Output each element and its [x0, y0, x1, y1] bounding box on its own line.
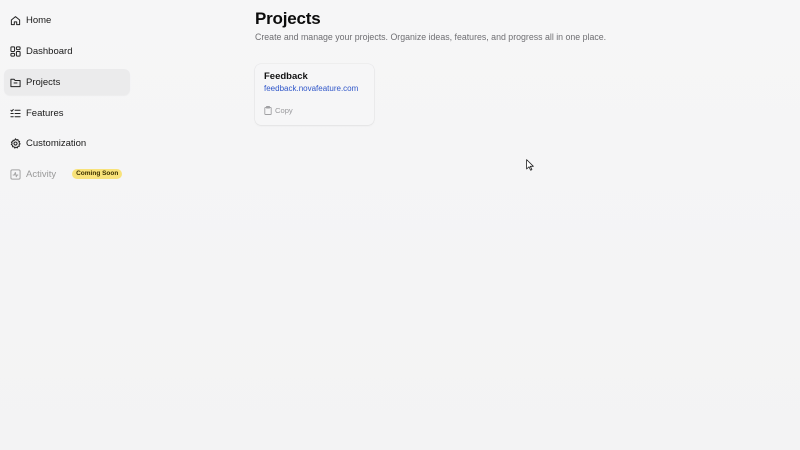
sidebar: Home Dashboard Projects Features Customi… [0, 0, 140, 450]
sidebar-item-label: Home [26, 14, 52, 26]
sidebar-item-customization[interactable]: Customization [4, 130, 130, 156]
page-title: Projects [255, 9, 321, 28]
sidebar-item-label: Features [26, 107, 64, 119]
gear-icon [10, 137, 21, 149]
project-card[interactable]: Feedback feedback.novafeature.com Copy [255, 64, 374, 125]
project-url-link[interactable]: feedback.novafeature.com [264, 83, 365, 94]
app-window: Home Dashboard Projects Features Customi… [0, 0, 800, 450]
sidebar-item-activity: Activity Coming Soon [4, 161, 130, 187]
folder-icon [10, 77, 21, 88]
sidebar-item-dashboard[interactable]: Dashboard [4, 38, 130, 64]
sidebar-item-features[interactable]: Features [4, 100, 130, 126]
clipboard-icon [264, 106, 272, 115]
mouse-cursor-icon [526, 159, 534, 171]
sidebar-item-label: Activity [26, 168, 57, 180]
project-name: Feedback [264, 71, 308, 82]
sidebar-item-home[interactable]: Home [4, 7, 130, 33]
coming-soon-badge: Coming Soon [72, 168, 123, 180]
copy-button[interactable]: Copy [264, 106, 293, 115]
home-icon [10, 15, 21, 26]
sidebar-item-label: Projects [26, 76, 61, 88]
page-subtitle: Create and manage your projects. Organiz… [255, 32, 607, 42]
main-content: Projects Create and manage your projects… [255, 8, 775, 125]
activity-icon [10, 168, 21, 180]
sidebar-item-projects[interactable]: Projects [4, 69, 130, 95]
list-check-icon [10, 108, 21, 119]
sidebar-item-label: Customization [26, 137, 87, 149]
sidebar-item-label: Dashboard [26, 45, 73, 57]
dashboard-grid-icon [10, 45, 21, 57]
copy-label: Copy [275, 106, 293, 115]
